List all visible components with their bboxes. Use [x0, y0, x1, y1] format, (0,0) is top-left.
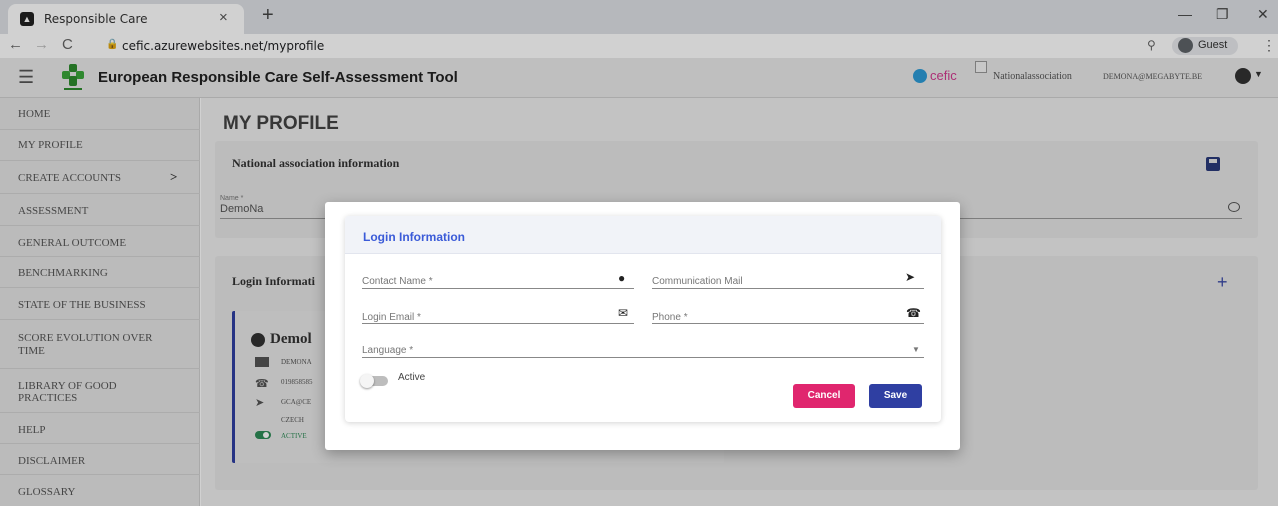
- dropdown-arrow-icon[interactable]: ▼: [912, 345, 920, 354]
- communication-mail-underline: [652, 288, 924, 289]
- envelope-icon: ✉: [618, 306, 629, 320]
- contact-name-underline: [362, 288, 634, 289]
- login-email-field[interactable]: Login Email *: [362, 312, 421, 323]
- login-information-dialog: Login Information: [325, 202, 960, 450]
- active-label: Active: [398, 372, 426, 383]
- phone-field[interactable]: Phone *: [652, 312, 688, 323]
- login-email-underline: [362, 323, 634, 324]
- user-circle-icon: ●: [618, 271, 626, 285]
- send-icon: ➤: [905, 270, 916, 284]
- dialog-title: Login Information: [363, 230, 465, 244]
- communication-mail-field[interactable]: Communication Mail: [652, 276, 743, 287]
- cancel-button[interactable]: Cancel: [793, 384, 855, 408]
- phone-underline: [652, 323, 924, 324]
- contact-name-field[interactable]: Contact Name *: [362, 276, 433, 287]
- active-toggle[interactable]: [360, 374, 388, 388]
- language-select[interactable]: Language *: [362, 345, 413, 356]
- phone-icon: ☎: [906, 306, 921, 320]
- dialog-header: Login Information: [345, 216, 941, 254]
- save-button[interactable]: Save: [869, 384, 922, 408]
- language-underline: [362, 357, 924, 358]
